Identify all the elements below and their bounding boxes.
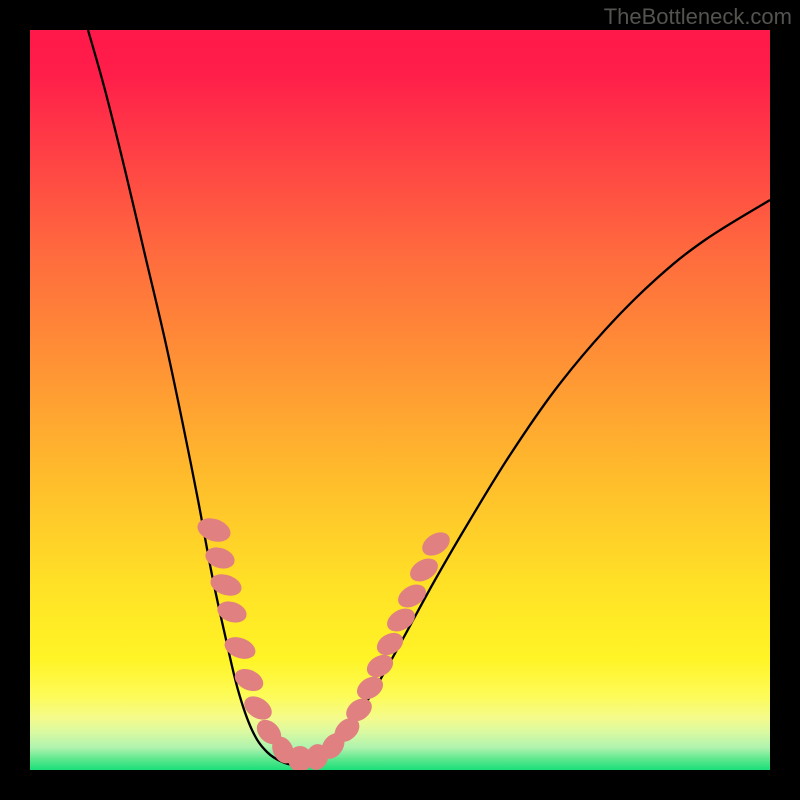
data-bead — [383, 604, 419, 636]
data-bead — [373, 628, 407, 659]
data-bead — [194, 514, 233, 545]
data-bead — [208, 571, 245, 600]
bottleneck-curve — [88, 30, 770, 765]
data-bead — [394, 580, 430, 612]
curve-layer — [30, 30, 770, 770]
data-beads — [194, 514, 454, 770]
watermark-label: TheBottleneck.com — [604, 4, 792, 30]
data-bead — [363, 650, 397, 681]
plot-area — [30, 30, 770, 770]
chart-frame: TheBottleneck.com — [0, 0, 800, 800]
data-bead — [231, 665, 267, 696]
data-bead — [406, 554, 442, 586]
data-bead — [240, 692, 276, 725]
data-bead — [215, 598, 250, 626]
data-bead — [222, 633, 259, 663]
